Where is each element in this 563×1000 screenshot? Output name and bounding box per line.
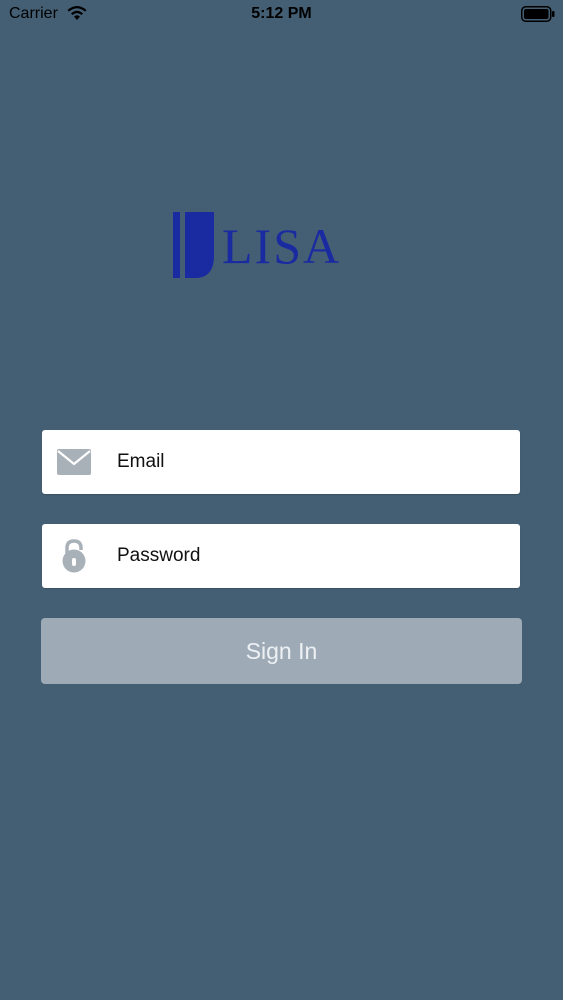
email-placeholder: Email bbox=[117, 451, 165, 472]
battery-icon bbox=[521, 6, 555, 22]
lisa-logo: LISA bbox=[173, 212, 341, 278]
clock-time: 5:12 PM bbox=[251, 5, 312, 22]
logo-text: LISA bbox=[222, 218, 341, 274]
email-field[interactable]: Email bbox=[42, 430, 520, 494]
status-bar: Carrier 5:12 PM bbox=[0, 0, 563, 30]
sign-in-button[interactable]: Sign In bbox=[41, 618, 522, 684]
envelope-icon bbox=[57, 449, 91, 475]
password-placeholder: Password bbox=[117, 545, 201, 566]
lock-icon bbox=[62, 539, 86, 573]
password-field[interactable]: Password bbox=[42, 524, 520, 588]
